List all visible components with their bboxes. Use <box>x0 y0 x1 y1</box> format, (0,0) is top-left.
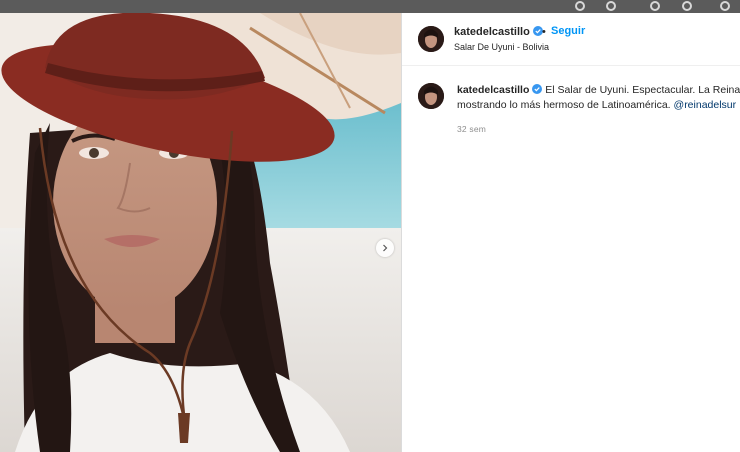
post-timestamp[interactable]: 32 sem <box>457 124 486 134</box>
caption-text: El Salar de Uyuni. Espectacular. La Rein… <box>545 84 740 96</box>
toolbar-avatar[interactable] <box>720 1 730 11</box>
post-caption: katedelcastillo El Salar de Uyuni. Espec… <box>457 83 740 113</box>
caption-line-1: katedelcastillo El Salar de Uyuni. Espec… <box>457 83 740 98</box>
post-side-panel: katedelcastillo • Seguir Salar De Uyuni … <box>401 13 740 452</box>
mention-link[interactable]: @reinadelsur <box>674 99 737 111</box>
toolbar-icon[interactable] <box>606 1 616 11</box>
caption-username[interactable]: katedelcastillo <box>457 84 529 96</box>
post-header: katedelcastillo • Seguir Salar De Uyuni … <box>402 13 740 66</box>
follow-button[interactable]: Seguir <box>551 25 585 37</box>
location-link[interactable]: Salar De Uyuni - Bolivia <box>454 42 549 52</box>
caption-avatar[interactable] <box>418 83 444 109</box>
browser-toolbar-strip <box>0 0 740 13</box>
caption-text-2: mostrando lo más hermoso de Latinoaméric… <box>457 99 674 111</box>
avatar[interactable] <box>418 26 444 52</box>
separator-dot: • <box>542 26 546 38</box>
caption-line-2: mostrando lo más hermoso de Latinoaméric… <box>457 98 740 113</box>
verified-badge-icon <box>532 84 543 94</box>
next-photo-button[interactable] <box>376 239 394 257</box>
avatar-image <box>418 83 444 109</box>
username-text: katedelcastillo <box>454 26 530 38</box>
toolbar-icon[interactable] <box>650 1 660 11</box>
username-link[interactable]: katedelcastillo <box>454 26 543 38</box>
post-photo[interactable] <box>0 13 401 452</box>
avatar-image <box>418 26 444 52</box>
chevron-right-icon <box>383 244 388 252</box>
toolbar-icon[interactable] <box>575 1 585 11</box>
selfie-image <box>0 13 401 452</box>
toolbar-icon[interactable] <box>682 1 692 11</box>
